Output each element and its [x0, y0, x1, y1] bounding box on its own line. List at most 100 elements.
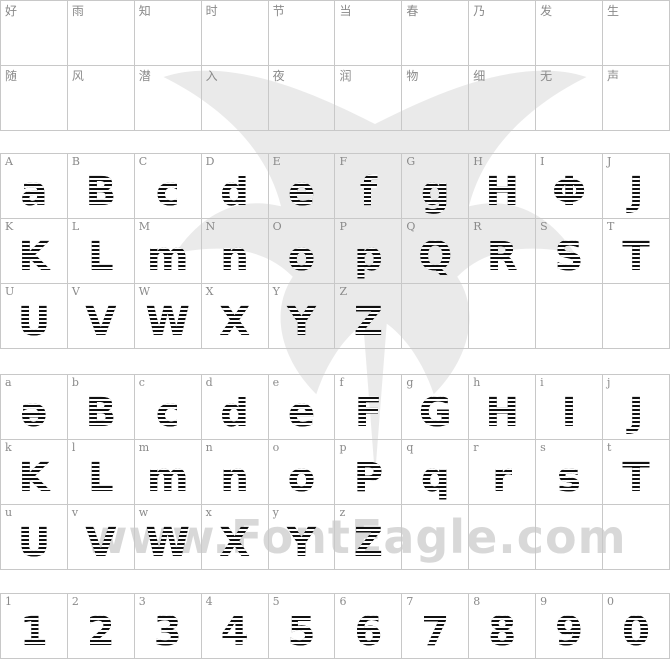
glyph-cell: iI	[535, 374, 604, 440]
glyph-label: O	[272, 220, 282, 233]
glyph-cell: nn	[200, 439, 269, 505]
glyph-sample: a	[1, 168, 67, 216]
cjk-character: 物	[406, 69, 419, 83]
glyph-label: J	[607, 155, 612, 168]
glyph-label: C	[138, 155, 148, 168]
glyph-label: 1	[5, 595, 12, 608]
glyph-sample: Y	[268, 519, 335, 567]
glyph-sample: H	[469, 168, 536, 216]
glyph-cell: SS	[535, 218, 604, 284]
glyph-cell: ss	[535, 439, 604, 505]
glyph-sample: 4	[201, 608, 268, 656]
cjk-character: 润	[339, 69, 352, 83]
cjk-row: 随风潜入夜润物细无声	[0, 65, 670, 131]
glyph-sample: m	[134, 454, 201, 502]
glyph-sample: 1	[1, 608, 67, 656]
glyph-sample: 9	[536, 608, 603, 656]
glyph-cell: Mm	[133, 218, 202, 284]
glyph-label: L	[71, 220, 80, 233]
glyph-cell: TT	[602, 218, 670, 284]
glyph-sample: d	[201, 168, 268, 216]
glyph-label: f	[339, 376, 344, 389]
glyph-cell: 99	[535, 593, 604, 659]
glyph-label: y	[272, 506, 279, 519]
glyph-sample: e	[268, 168, 335, 216]
glyph-label: h	[473, 376, 481, 389]
glyph-label: D	[205, 155, 215, 168]
glyph-cell: BB	[66, 153, 135, 219]
glyph-label: A	[5, 155, 13, 168]
glyph-cell: VV	[66, 283, 135, 349]
glyph-label: W	[138, 285, 151, 298]
glyph-cell: JJ	[602, 153, 670, 219]
glyph-sample: V	[67, 519, 134, 567]
glyph-label: 4	[205, 595, 213, 608]
glyph-cell: Ee	[267, 153, 336, 219]
cjk-cell: 发	[535, 0, 604, 66]
cjk-character: 知	[138, 4, 151, 18]
glyph-row: KKLLMmNnOoPpQQRRSSTT	[0, 218, 670, 284]
glyph-cell: 66	[334, 593, 403, 659]
glyph-label: X	[205, 285, 214, 298]
glyph-cell: yY	[267, 504, 336, 570]
glyph-cell: pP	[334, 439, 403, 505]
glyph-label: w	[138, 506, 149, 519]
glyph-label: T	[607, 220, 615, 233]
glyph-label: V	[71, 285, 80, 298]
glyph-label: q	[406, 441, 414, 454]
glyph-row: AaBBCcDdEeFfGgHHIΦJJ	[0, 153, 670, 219]
glyph-sample: 2	[67, 608, 134, 656]
glyph-label: o	[272, 441, 280, 454]
cjk-character: 潜	[138, 69, 151, 83]
glyph-sample: Z	[335, 519, 402, 567]
glyph-cell: mm	[133, 439, 202, 505]
cjk-character: 雨	[71, 4, 84, 18]
glyph-cell: kK	[0, 439, 68, 505]
glyph-sample: S	[536, 233, 603, 281]
glyph-label: r	[473, 441, 479, 454]
cjk-cell: 随	[0, 65, 68, 131]
cjk-character: 时	[205, 4, 218, 18]
glyph-sample: R	[469, 233, 536, 281]
cjk-character: 乃	[473, 4, 486, 18]
glyph-label: E	[272, 155, 281, 168]
cjk-character: 无	[540, 69, 553, 83]
glyph-cell	[535, 283, 604, 349]
glyph-sample	[536, 298, 603, 346]
glyph-label: K	[5, 220, 14, 233]
glyph-label: G	[406, 155, 416, 168]
glyph-sample: U	[1, 298, 67, 346]
glyph-sample: r	[469, 454, 536, 502]
glyph-sample: K	[1, 233, 67, 281]
glyph-label: l	[71, 441, 76, 454]
glyph-cell	[602, 283, 670, 349]
glyph-cell: Nn	[200, 218, 269, 284]
glyph-sample	[603, 519, 669, 567]
glyph-label: n	[205, 441, 213, 454]
cjk-cell: 入	[200, 65, 269, 131]
glyph-cell: YY	[267, 283, 336, 349]
glyph-cell: Aa	[0, 153, 68, 219]
glyph-sample: 5	[268, 608, 335, 656]
glyph-label: 9	[540, 595, 548, 608]
glyph-cell: 77	[401, 593, 470, 659]
glyph-row: uUvVwWxXyYzZ	[0, 504, 670, 570]
glyph-sample: ə	[1, 389, 67, 437]
glyph-cell	[535, 504, 604, 570]
glyph-sample: L	[67, 454, 134, 502]
glyph-cell: 00	[602, 593, 670, 659]
glyph-sample: f	[335, 168, 402, 216]
glyph-label: I	[540, 155, 545, 168]
glyph-sample	[536, 519, 603, 567]
glyph-cell: 22	[66, 593, 135, 659]
glyph-label: v	[71, 506, 79, 519]
glyph-label: Y	[272, 285, 280, 298]
cjk-character: 节	[272, 4, 285, 18]
glyph-sample: g	[402, 168, 469, 216]
glyph-label: k	[5, 441, 12, 454]
glyph-sample: m	[134, 233, 201, 281]
cjk-cell: 春	[401, 0, 470, 66]
glyph-cell: RR	[468, 218, 537, 284]
digit-grid: 11223344556677889900	[0, 593, 670, 659]
glyph-label: j	[607, 376, 611, 389]
